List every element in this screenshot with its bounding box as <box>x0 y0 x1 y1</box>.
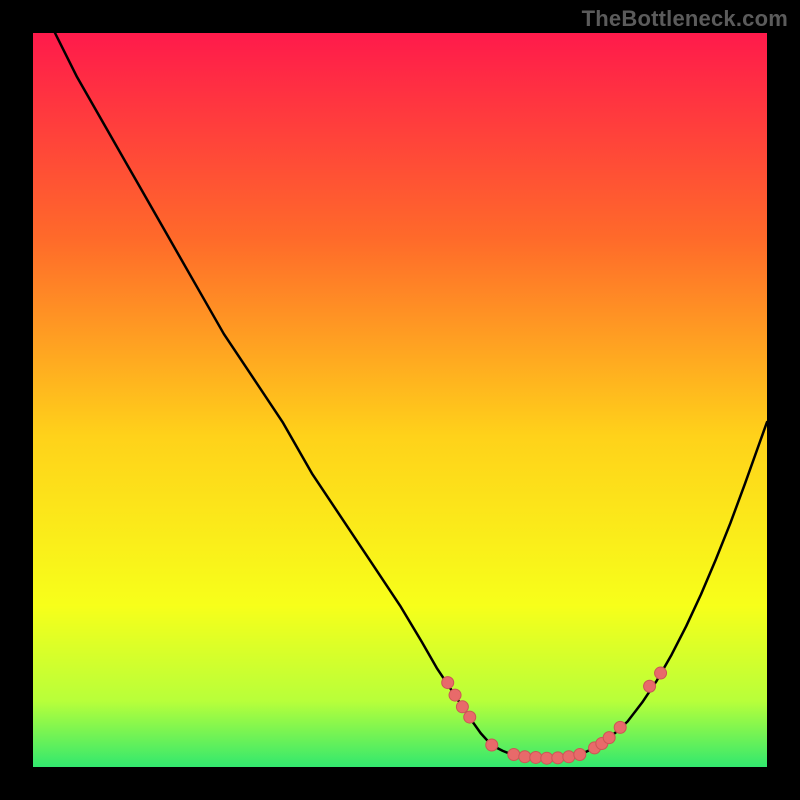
curve-marker <box>655 667 667 679</box>
curve-marker <box>574 749 586 761</box>
curve-marker <box>449 689 461 701</box>
plot-area <box>33 33 767 767</box>
curve-marker <box>442 677 454 689</box>
curve-marker <box>563 751 575 763</box>
curve-marker <box>530 751 542 763</box>
curve-marker <box>644 680 656 692</box>
curve-marker <box>508 749 520 761</box>
chart-stage: TheBottleneck.com <box>0 0 800 800</box>
curve-marker <box>603 732 615 744</box>
curve-marker <box>541 752 553 764</box>
curve-marker <box>456 701 468 713</box>
curve-marker <box>614 721 626 733</box>
curve-marker <box>552 752 564 764</box>
curve-marker <box>464 711 476 723</box>
curve-marker <box>519 751 531 763</box>
gradient-background <box>33 33 767 767</box>
chart-canvas <box>33 33 767 767</box>
curve-marker <box>486 739 498 751</box>
watermark-text: TheBottleneck.com <box>582 6 788 32</box>
